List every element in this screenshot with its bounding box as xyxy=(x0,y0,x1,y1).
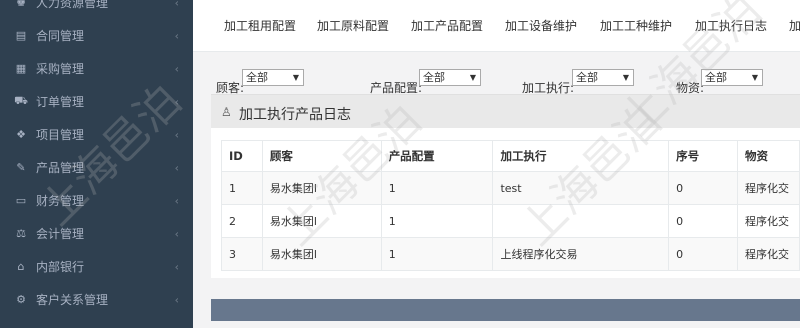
column-header-material[interactable]: 物资 xyxy=(737,140,800,172)
sidebar-item-label: 客户关系管理 xyxy=(36,293,109,307)
chevron-left-icon: ‹ xyxy=(174,29,179,42)
cell-customer: 易水集团l xyxy=(261,171,382,205)
sidebar-item-label: 订单管理 xyxy=(36,95,85,109)
tab-rent-config[interactable]: 加工租用配置 xyxy=(224,17,296,34)
chevron-left-icon: ‹ xyxy=(174,227,179,240)
sidebar-item-contract[interactable]: ▤ 合同管理 ‹ xyxy=(0,19,193,52)
sidebar-item-order[interactable]: ⛟ 订单管理 ‹ xyxy=(0,85,193,118)
sidebar-item-label: 人力资源管理 xyxy=(36,0,109,10)
sidebar-item-purchase[interactable]: ▦ 采购管理 ‹ xyxy=(0,52,193,85)
material-select-value: 全部 xyxy=(705,71,727,84)
exec-select-value: 全部 xyxy=(576,71,598,84)
cell-exec: test xyxy=(492,171,670,205)
cell-material: 程序化交 xyxy=(737,171,800,205)
cell-seq: 0 xyxy=(668,171,738,205)
dropdown-caret-icon: ▼ xyxy=(469,73,476,82)
cell-exec xyxy=(492,204,670,238)
table-row[interactable]: 1 易水集团l 1 test 0 程序化交 xyxy=(221,171,800,205)
sidebar-item-label: 项目管理 xyxy=(36,128,85,142)
cell-customer: 易水集团l xyxy=(261,204,382,238)
sidebar: ♚ 人力资源管理 ‹ ▤ 合同管理 ‹ ▦ 采购管理 ‹ ⛟ 订单管理 ‹ ❖ … xyxy=(0,0,193,328)
user-icon: ♙ xyxy=(221,105,232,119)
sidebar-item-label: 合同管理 xyxy=(36,29,85,43)
tab-worktype-maintain[interactable]: 加工工种维护 xyxy=(600,17,672,34)
main-content: 加工租用配置 加工原料配置 加工产品配置 加工设备维护 加工工种维护 加工执行日… xyxy=(193,0,800,328)
chevron-left-icon: ‹ xyxy=(174,128,179,141)
cell-seq: 0 xyxy=(668,237,738,271)
column-header-product-config[interactable]: 产品配置 xyxy=(380,140,494,172)
sidebar-item-label: 采购管理 xyxy=(36,62,85,76)
exec-product-log-table: ID 顾客 产品配置 加工执行 序号 物资 1 易水集团l 1 test 0 程… xyxy=(221,140,800,271)
cogs-icon: ⚙ xyxy=(16,293,26,306)
cubes-icon: ❖ xyxy=(16,128,26,141)
cell-seq: 0 xyxy=(668,204,738,238)
cart-icon: ⛟ xyxy=(14,94,28,107)
cell-customer: 易水集团l xyxy=(261,237,382,271)
dropdown-caret-icon: ▼ xyxy=(751,73,758,82)
chevron-left-icon: ‹ xyxy=(174,95,179,108)
customer-select-value: 全部 xyxy=(246,71,268,84)
material-select[interactable]: 全部 ▼ xyxy=(701,69,763,86)
chevron-left-icon: ‹ xyxy=(174,161,179,174)
edit-icon: ✎ xyxy=(16,161,26,174)
pagination-bar xyxy=(211,299,800,321)
cell-product-config: 1 xyxy=(380,204,494,238)
app-window: ♚ 人力资源管理 ‹ ▤ 合同管理 ‹ ▦ 采购管理 ‹ ⛟ 订单管理 ‹ ❖ … xyxy=(0,0,800,328)
document-icon: ▤ xyxy=(15,29,27,42)
product-select-value: 全部 xyxy=(423,71,445,84)
cell-id: 2 xyxy=(221,204,263,238)
cell-product-config: 1 xyxy=(380,171,494,205)
column-header-exec[interactable]: 加工执行 xyxy=(492,140,670,172)
chevron-left-icon: ‹ xyxy=(174,293,179,306)
cell-exec: 上线程序化交易 xyxy=(492,237,670,271)
list-icon: ▦ xyxy=(15,62,27,75)
customer-select[interactable]: 全部 ▼ xyxy=(242,69,304,86)
tab-equipment-maintain[interactable]: 加工设备维护 xyxy=(505,17,577,34)
chevron-left-icon: ‹ xyxy=(174,62,179,75)
panel-header: ♙ 加工执行产品日志 xyxy=(211,94,800,130)
column-header-id[interactable]: ID xyxy=(221,140,263,172)
balance-icon: ⚖ xyxy=(16,227,26,240)
column-header-seq[interactable]: 序号 xyxy=(668,140,738,172)
panel-title: 加工执行产品日志 xyxy=(239,107,351,123)
table-header-row: ID 顾客 产品配置 加工执行 序号 物资 xyxy=(221,140,800,172)
sidebar-item-label: 内部银行 xyxy=(36,260,85,274)
tab-exec-log[interactable]: 加工执行日志 xyxy=(695,17,767,34)
table-row[interactable]: 2 易水集团l 1 0 程序化交 xyxy=(221,204,800,238)
table-container: ID 顾客 产品配置 加工执行 序号 物资 1 易水集团l 1 test 0 程… xyxy=(211,128,800,278)
cell-material: 程序化交 xyxy=(737,204,800,238)
sidebar-item-label: 财务管理 xyxy=(36,194,85,208)
tab-more[interactable]: 加 xyxy=(789,17,800,34)
sidebar-item-finance[interactable]: ▭ 财务管理 ‹ xyxy=(0,184,193,217)
sidebar-item-hr[interactable]: ♚ 人力资源管理 ‹ xyxy=(0,0,193,19)
exec-select[interactable]: 全部 ▼ xyxy=(572,69,634,86)
cell-id: 3 xyxy=(221,237,263,271)
cell-material: 程序化交 xyxy=(737,237,800,271)
sidebar-item-project[interactable]: ❖ 项目管理 ‹ xyxy=(0,118,193,151)
cell-id: 1 xyxy=(221,171,263,205)
chevron-left-icon: ‹ xyxy=(174,0,179,9)
money-icon: ▭ xyxy=(15,194,27,207)
sidebar-item-bank[interactable]: ⌂ 内部银行 ‹ xyxy=(0,250,193,283)
tab-product-config[interactable]: 加工产品配置 xyxy=(411,17,483,34)
table-row[interactable]: 3 易水集团l 1 上线程序化交易 0 程序化交 xyxy=(221,237,800,271)
users-icon: ♚ xyxy=(16,0,26,9)
column-header-customer[interactable]: 顾客 xyxy=(261,140,382,172)
bank-icon: ⌂ xyxy=(17,260,25,273)
sidebar-item-crm[interactable]: ⚙ 客户关系管理 ‹ xyxy=(0,283,193,316)
tab-material-config[interactable]: 加工原料配置 xyxy=(317,17,389,34)
sidebar-item-label: 会计管理 xyxy=(36,227,85,241)
chevron-left-icon: ‹ xyxy=(174,260,179,273)
sidebar-item-accounting[interactable]: ⚖ 会计管理 ‹ xyxy=(0,217,193,250)
sidebar-item-product[interactable]: ✎ 产品管理 ‹ xyxy=(0,151,193,184)
dropdown-caret-icon: ▼ xyxy=(622,73,629,82)
chevron-left-icon: ‹ xyxy=(174,194,179,207)
sidebar-item-label: 产品管理 xyxy=(36,161,85,175)
cell-product-config: 1 xyxy=(380,237,494,271)
dropdown-caret-icon: ▼ xyxy=(292,73,299,82)
tab-bar: 加工租用配置 加工原料配置 加工产品配置 加工设备维护 加工工种维护 加工执行日… xyxy=(193,0,800,52)
product-config-select[interactable]: 全部 ▼ xyxy=(419,69,481,86)
